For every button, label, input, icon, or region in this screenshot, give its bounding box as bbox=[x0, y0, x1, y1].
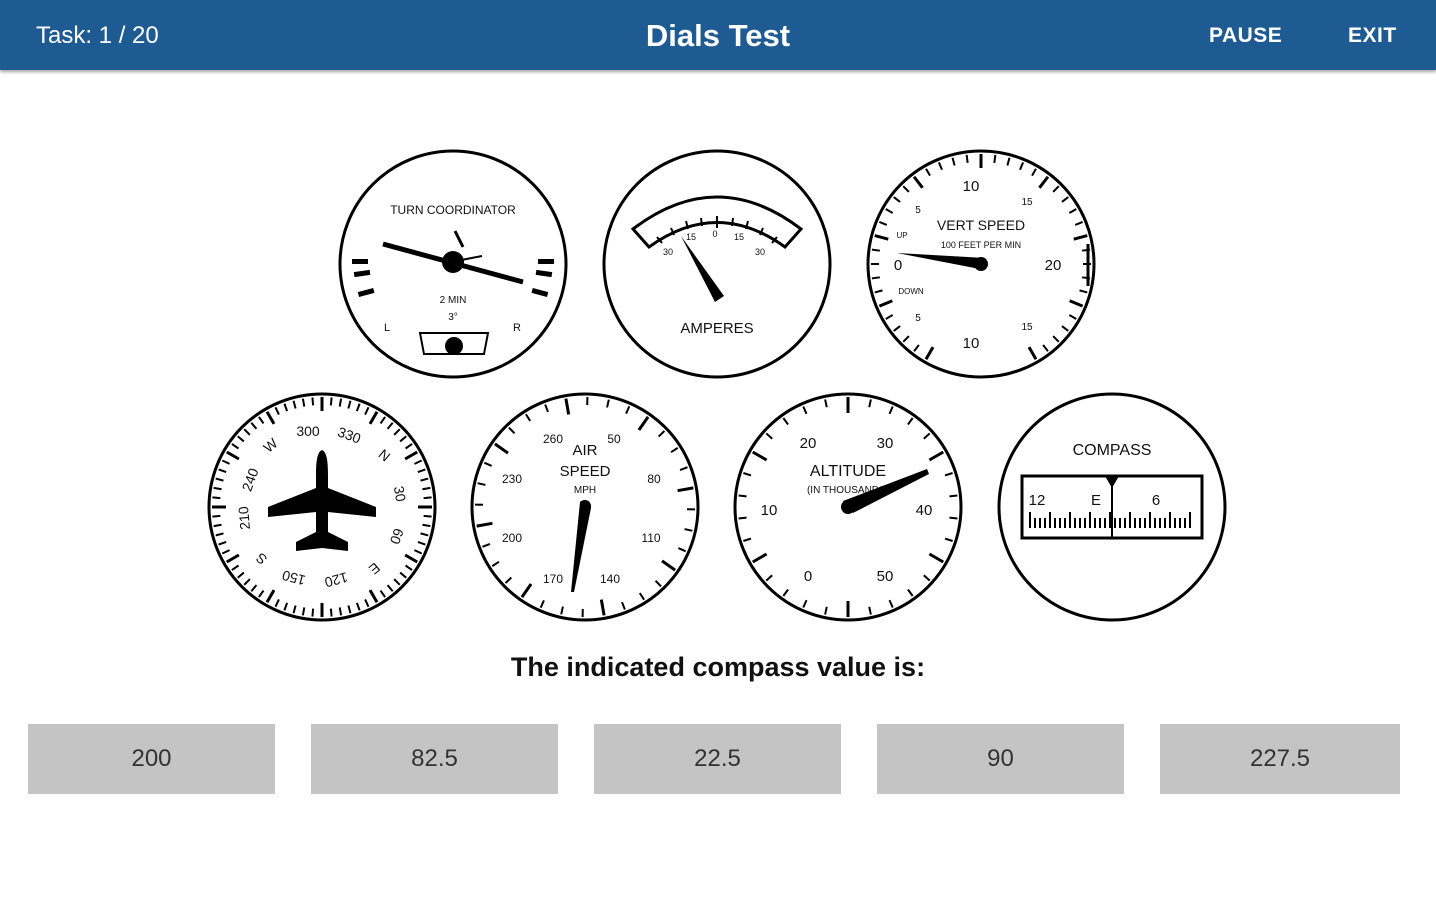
turn-coordinator-title: TURN COORDINATOR bbox=[390, 203, 516, 217]
airspeed-title-line1: AIR bbox=[572, 442, 597, 459]
amperes-scale-label: 30 bbox=[755, 247, 765, 257]
altitude-scale-label: 20 bbox=[800, 435, 817, 452]
airspeed-scale-label: 230 bbox=[502, 472, 522, 486]
altitude-scale-label: 40 bbox=[916, 502, 933, 519]
tick-mark bbox=[311, 608, 315, 617]
heading-scale-label: 210 bbox=[235, 506, 253, 531]
tick-mark bbox=[871, 276, 881, 280]
airspeed-scale-label: 50 bbox=[607, 432, 621, 446]
amperes-scale-label: 15 bbox=[734, 232, 744, 242]
turn-deg-label: 3° bbox=[448, 312, 458, 323]
altitude-hub bbox=[841, 500, 855, 514]
tick-mark bbox=[965, 154, 969, 164]
tick-mark bbox=[329, 397, 333, 406]
altitude-scale-label: 30 bbox=[877, 435, 894, 452]
airspeed-scale-label: 80 bbox=[647, 472, 661, 486]
answer-option-button[interactable]: 90 bbox=[877, 724, 1124, 794]
turn-left-label: L bbox=[384, 322, 390, 334]
tick-mark bbox=[871, 248, 881, 252]
tick-mark bbox=[993, 154, 997, 164]
vert-speed-subtitle: 100 FEET PER MIN bbox=[941, 240, 1021, 250]
tick-mark bbox=[422, 523, 431, 528]
vert-speed-scale-label: 10 bbox=[963, 178, 980, 195]
tick-mark bbox=[738, 516, 747, 520]
tick-mark bbox=[311, 397, 315, 406]
compass-card-label: 12 bbox=[1029, 492, 1046, 509]
compass-card-label: E bbox=[1091, 492, 1101, 509]
answer-option-button[interactable]: 82.5 bbox=[311, 724, 558, 794]
vert-speed-title: VERT SPEED bbox=[937, 217, 1025, 233]
answer-option-button[interactable]: 227.5 bbox=[1160, 724, 1400, 794]
altitude-scale-label: 0 bbox=[804, 568, 812, 585]
vert-speed-scale-label: 5 bbox=[915, 313, 921, 324]
airspeed-scale-label: 260 bbox=[543, 432, 563, 446]
instrument-panel: TURN COORDINATOR 2 MIN 3° L R 30 15 0 15… bbox=[207, 149, 1227, 622]
airspeed-title-line2: SPEED bbox=[560, 463, 611, 480]
vert-speed-hub bbox=[974, 257, 988, 271]
tick-mark bbox=[329, 608, 333, 617]
tick-mark bbox=[422, 486, 431, 491]
inclinometer-ball-icon bbox=[418, 332, 490, 355]
airspeed-scale-label: 140 bbox=[600, 572, 620, 586]
airspeed-scale-label: 200 bbox=[502, 531, 522, 545]
turn-right-label: R bbox=[513, 322, 521, 334]
vert-speed-scale-label: 5 bbox=[915, 205, 921, 216]
heading-indicator-dial: 300 330 W N 240 30 210 60 S E 150 120 bbox=[207, 392, 437, 622]
vert-speed-dial: 10 5 15 0 20 5 15 10 UP DOWN VERT SPEED … bbox=[866, 149, 1096, 379]
tick-mark bbox=[212, 496, 221, 500]
answer-option-button[interactable]: 200 bbox=[28, 724, 275, 794]
question-text: The indicated compass value is: bbox=[510, 652, 926, 682]
vert-speed-scale-label: 10 bbox=[963, 335, 980, 352]
tick-mark bbox=[212, 514, 221, 518]
vert-speed-scale-label: 20 bbox=[1045, 257, 1062, 274]
tick-mark bbox=[423, 496, 432, 500]
heading-scale-label: 300 bbox=[296, 423, 320, 439]
altitude-title: ALTITUDE bbox=[810, 463, 886, 480]
altitude-scale-label: 10 bbox=[761, 502, 778, 519]
amperes-scale-label: 30 bbox=[663, 247, 673, 257]
tick-mark bbox=[949, 516, 958, 520]
vert-speed-scale-label: 15 bbox=[1021, 197, 1033, 208]
airspeed-unit: MPH bbox=[574, 485, 596, 496]
tick-mark bbox=[213, 486, 222, 491]
airspeed-scale-label: 110 bbox=[641, 531, 660, 545]
altitude-dial: 20 30 10 40 0 50 ALTITUDE (IN THOUSANDS) bbox=[733, 392, 963, 622]
tick-mark bbox=[301, 398, 306, 407]
tick-mark bbox=[338, 398, 343, 407]
vert-speed-scale-label: 0 bbox=[894, 257, 902, 274]
tick-mark bbox=[738, 494, 747, 498]
compass-title: COMPASS bbox=[1073, 442, 1152, 459]
amperes-scale-label: 0 bbox=[712, 229, 717, 239]
vert-speed-up-label: UP bbox=[896, 231, 907, 240]
amperes-dial: 30 15 0 15 30 AMPERES bbox=[602, 149, 832, 379]
heading-scale-label: 30 bbox=[391, 485, 409, 503]
turn-min-label: 2 MIN bbox=[440, 295, 467, 306]
compass-dial: COMPASS 12 E 6 bbox=[997, 392, 1227, 622]
tick-mark bbox=[949, 494, 958, 498]
airspeed-scale-label: 170 bbox=[543, 572, 563, 586]
compass-card-label: 6 bbox=[1152, 492, 1160, 509]
airspeed-dial: 260 50 230 80 200 110 170 140 AIR SPEED … bbox=[470, 392, 700, 622]
vert-speed-down-label: DOWN bbox=[898, 287, 924, 296]
answer-option-button[interactable]: 22.5 bbox=[594, 724, 841, 794]
vert-speed-scale-label: 15 bbox=[1021, 322, 1033, 333]
tick-mark bbox=[338, 607, 343, 616]
altitude-scale-label: 50 bbox=[877, 568, 894, 585]
tick-mark bbox=[213, 523, 222, 528]
turn-coordinator-dial: TURN COORDINATOR 2 MIN 3° L R bbox=[338, 149, 568, 379]
amperes-title: AMPERES bbox=[680, 320, 753, 337]
tick-mark bbox=[301, 607, 306, 616]
amperes-scale-label: 15 bbox=[686, 232, 696, 242]
tick-mark bbox=[423, 514, 432, 518]
